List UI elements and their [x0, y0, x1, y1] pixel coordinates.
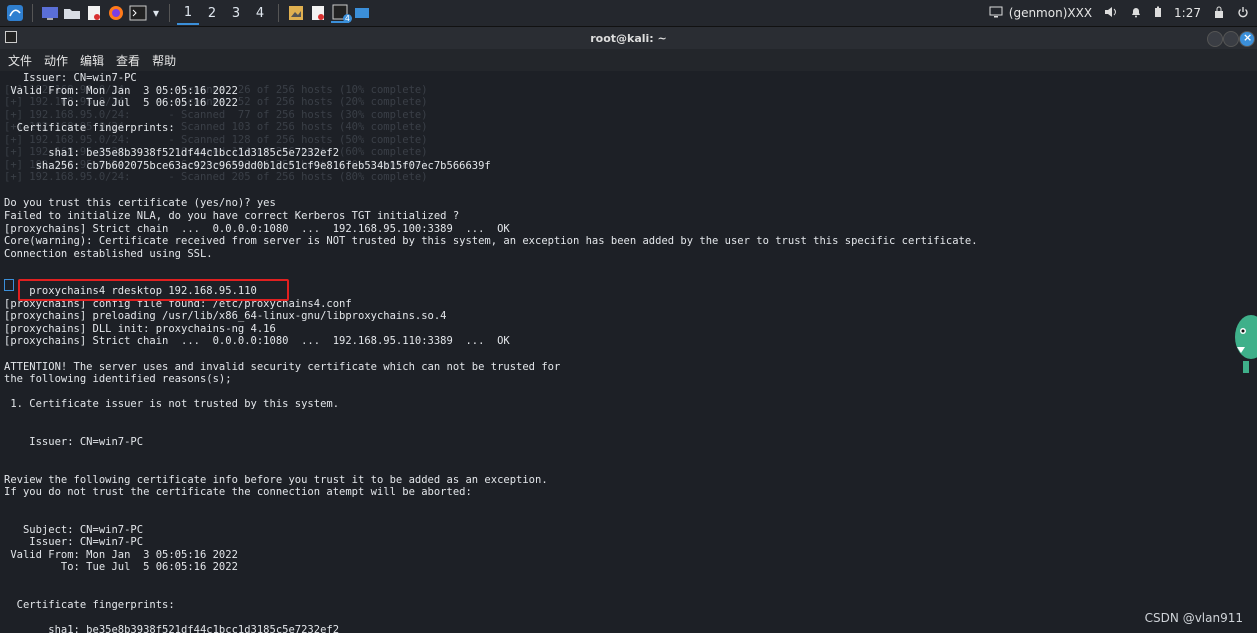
terminal-line: ATTENTION! The server uses and invalid s…: [4, 360, 561, 373]
terminal-line: Certificate fingerprints:: [4, 598, 175, 611]
desktop-icon[interactable]: [41, 4, 59, 22]
prompt-marker: [4, 279, 14, 291]
terminal-icon[interactable]: [129, 4, 147, 22]
close-button[interactable]: ×: [1239, 31, 1255, 47]
terminal-line: Valid From: Mon Jan 3 05:05:16 2022: [4, 84, 238, 97]
terminal-line: To: Tue Jul 5 06:05:16 2022: [4, 561, 238, 574]
workspace-4[interactable]: 4: [249, 2, 271, 24]
terminal-line: 1. Certificate issuer is not trusted by …: [4, 398, 340, 411]
window-titlebar[interactable]: root@kali: ~ ×: [0, 27, 1257, 49]
terminal-line: Issuer: CN=win7-PC: [4, 72, 137, 84]
terminal-line: sha1: be35e8b3938f521df44c1bcc1d3185c5e7…: [4, 147, 340, 160]
document-icon[interactable]: [85, 4, 103, 22]
terminal-line: Do you trust this certificate (yes/no)? …: [4, 197, 276, 210]
workspace-1[interactable]: 1: [177, 1, 199, 25]
window-icon: [5, 31, 17, 46]
clock[interactable]: 1:27: [1174, 6, 1201, 20]
window-title: root@kali: ~: [590, 31, 667, 45]
watermark: CSDN @vlan911: [1144, 611, 1243, 625]
terminal-output[interactable]: [+] 192.168.95.0/24: - Scanned 26 of 256…: [0, 71, 1257, 633]
window-count-badge: 4: [342, 14, 352, 23]
highlight-box: [18, 279, 289, 301]
terminal-line: Core(warning): Certificate received from…: [4, 235, 978, 248]
terminal-line: Certificate fingerprints:: [4, 122, 175, 135]
workspace-3[interactable]: 3: [225, 2, 247, 24]
menu-file[interactable]: 文件: [8, 52, 32, 69]
terminal-line: sha1: be35e8b3938f521df44c1bcc1d3185c5e7…: [4, 624, 340, 633]
system-tray: (genmon)XXX 1:27: [983, 0, 1257, 26]
taskbar-separator: [169, 4, 170, 22]
volume-icon[interactable]: [1104, 6, 1118, 21]
mascot-sticker: [1229, 307, 1257, 377]
terminal-line: Failed to initialize NLA, do you have co…: [4, 210, 460, 223]
terminal-line: To: Tue Jul 5 06:05:16 2022: [4, 97, 238, 110]
close-icon: ×: [1243, 31, 1253, 44]
screenshot-icon[interactable]: [353, 4, 371, 22]
lock-icon[interactable]: [1213, 6, 1225, 21]
terminal-line: [proxychains] Strict chain ... 0.0.0.0:1…: [4, 222, 510, 235]
terminal-line: Issuer: CN=win7-PC: [4, 536, 144, 549]
terminal-line: [proxychains] preloading /usr/lib/x86_64…: [4, 310, 447, 323]
genmon-label[interactable]: (genmon)XXX: [1009, 6, 1092, 20]
monitor-icon[interactable]: [989, 6, 1003, 21]
terminal-line: [proxychains] DLL init: proxychains-ng 4…: [4, 322, 276, 335]
minimize-button[interactable]: [1207, 31, 1223, 47]
menu-action[interactable]: 动作: [44, 52, 68, 69]
chevron-down-icon[interactable]: ▾: [151, 4, 161, 22]
menu-edit[interactable]: 编辑: [80, 52, 104, 69]
taskbar-separator: [278, 4, 279, 22]
power-icon[interactable]: [1237, 6, 1249, 21]
terminal-line: Connection established using SSL.: [4, 247, 213, 260]
battery-icon[interactable]: [1154, 6, 1162, 21]
menubar: 文件 动作 编辑 查看 帮助: [0, 49, 1257, 71]
workspace-2[interactable]: 2: [201, 2, 223, 24]
document-icon[interactable]: [309, 4, 327, 22]
terminal-line: Issuer: CN=win7-PC: [4, 435, 144, 448]
terminal-line: If you do not trust the certificate the …: [4, 486, 472, 499]
kali-menu-icon[interactable]: [6, 4, 24, 22]
firefox-icon[interactable]: [107, 4, 125, 22]
taskbar-separator: [32, 4, 33, 22]
terminal-line: Review the following certificate info be…: [4, 473, 548, 486]
terminal-window-icon[interactable]: 4: [331, 3, 352, 23]
maximize-button[interactable]: [1223, 31, 1239, 47]
terminal-line: Valid From: Mon Jan 3 05:05:16 2022: [4, 548, 238, 561]
notification-bell-icon[interactable]: [1130, 6, 1142, 21]
terminal-line: [proxychains] Strict chain ... 0.0.0.0:1…: [4, 335, 510, 348]
terminal-line: Subject: CN=win7-PC: [4, 523, 144, 536]
terminal-line: sha256: cb7b602075bce63ac923c9659dd0b1dc…: [4, 159, 491, 172]
terminal-line: the following identified reasons(s);: [4, 373, 232, 386]
menu-help[interactable]: 帮助: [152, 52, 176, 69]
taskbar: ▾ 1 2 3 4 4 (genmon)XXX 1:27: [0, 0, 1257, 27]
folder-icon[interactable]: [63, 4, 81, 22]
image-viewer-icon[interactable]: [287, 4, 305, 22]
menu-view[interactable]: 查看: [116, 52, 140, 69]
terminal-lines: Issuer: CN=win7-PC Valid From: Mon Jan 3…: [4, 72, 978, 633]
